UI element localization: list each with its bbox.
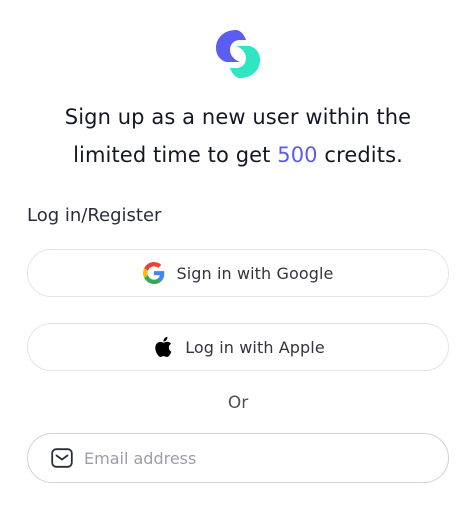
- headline-line-1: Sign up as a new user within the: [64, 105, 412, 129]
- google-signin-button[interactable]: Sign in with Google: [27, 249, 449, 297]
- email-field-container[interactable]: [27, 433, 449, 483]
- signup-promo-headline: Sign up as a new user within the limited…: [20, 98, 456, 174]
- apple-icon: [151, 335, 175, 359]
- brand-logo-icon: [210, 26, 266, 82]
- headline-line-2-suffix: credits.: [317, 143, 403, 167]
- or-divider: Or: [227, 393, 249, 413]
- google-icon: [142, 261, 166, 285]
- mail-icon: [50, 446, 74, 470]
- login-register-label: Log in/Register: [27, 205, 162, 226]
- headline-line-2: limited time to get 500 credits.: [20, 136, 456, 174]
- apple-login-button[interactable]: Log in with Apple: [27, 323, 449, 371]
- email-input[interactable]: [84, 448, 414, 468]
- credits-amount: 500: [277, 143, 318, 167]
- apple-login-label: Log in with Apple: [185, 337, 325, 357]
- google-signin-label: Sign in with Google: [176, 263, 334, 283]
- headline-line-2-prefix: limited time to get: [73, 143, 278, 167]
